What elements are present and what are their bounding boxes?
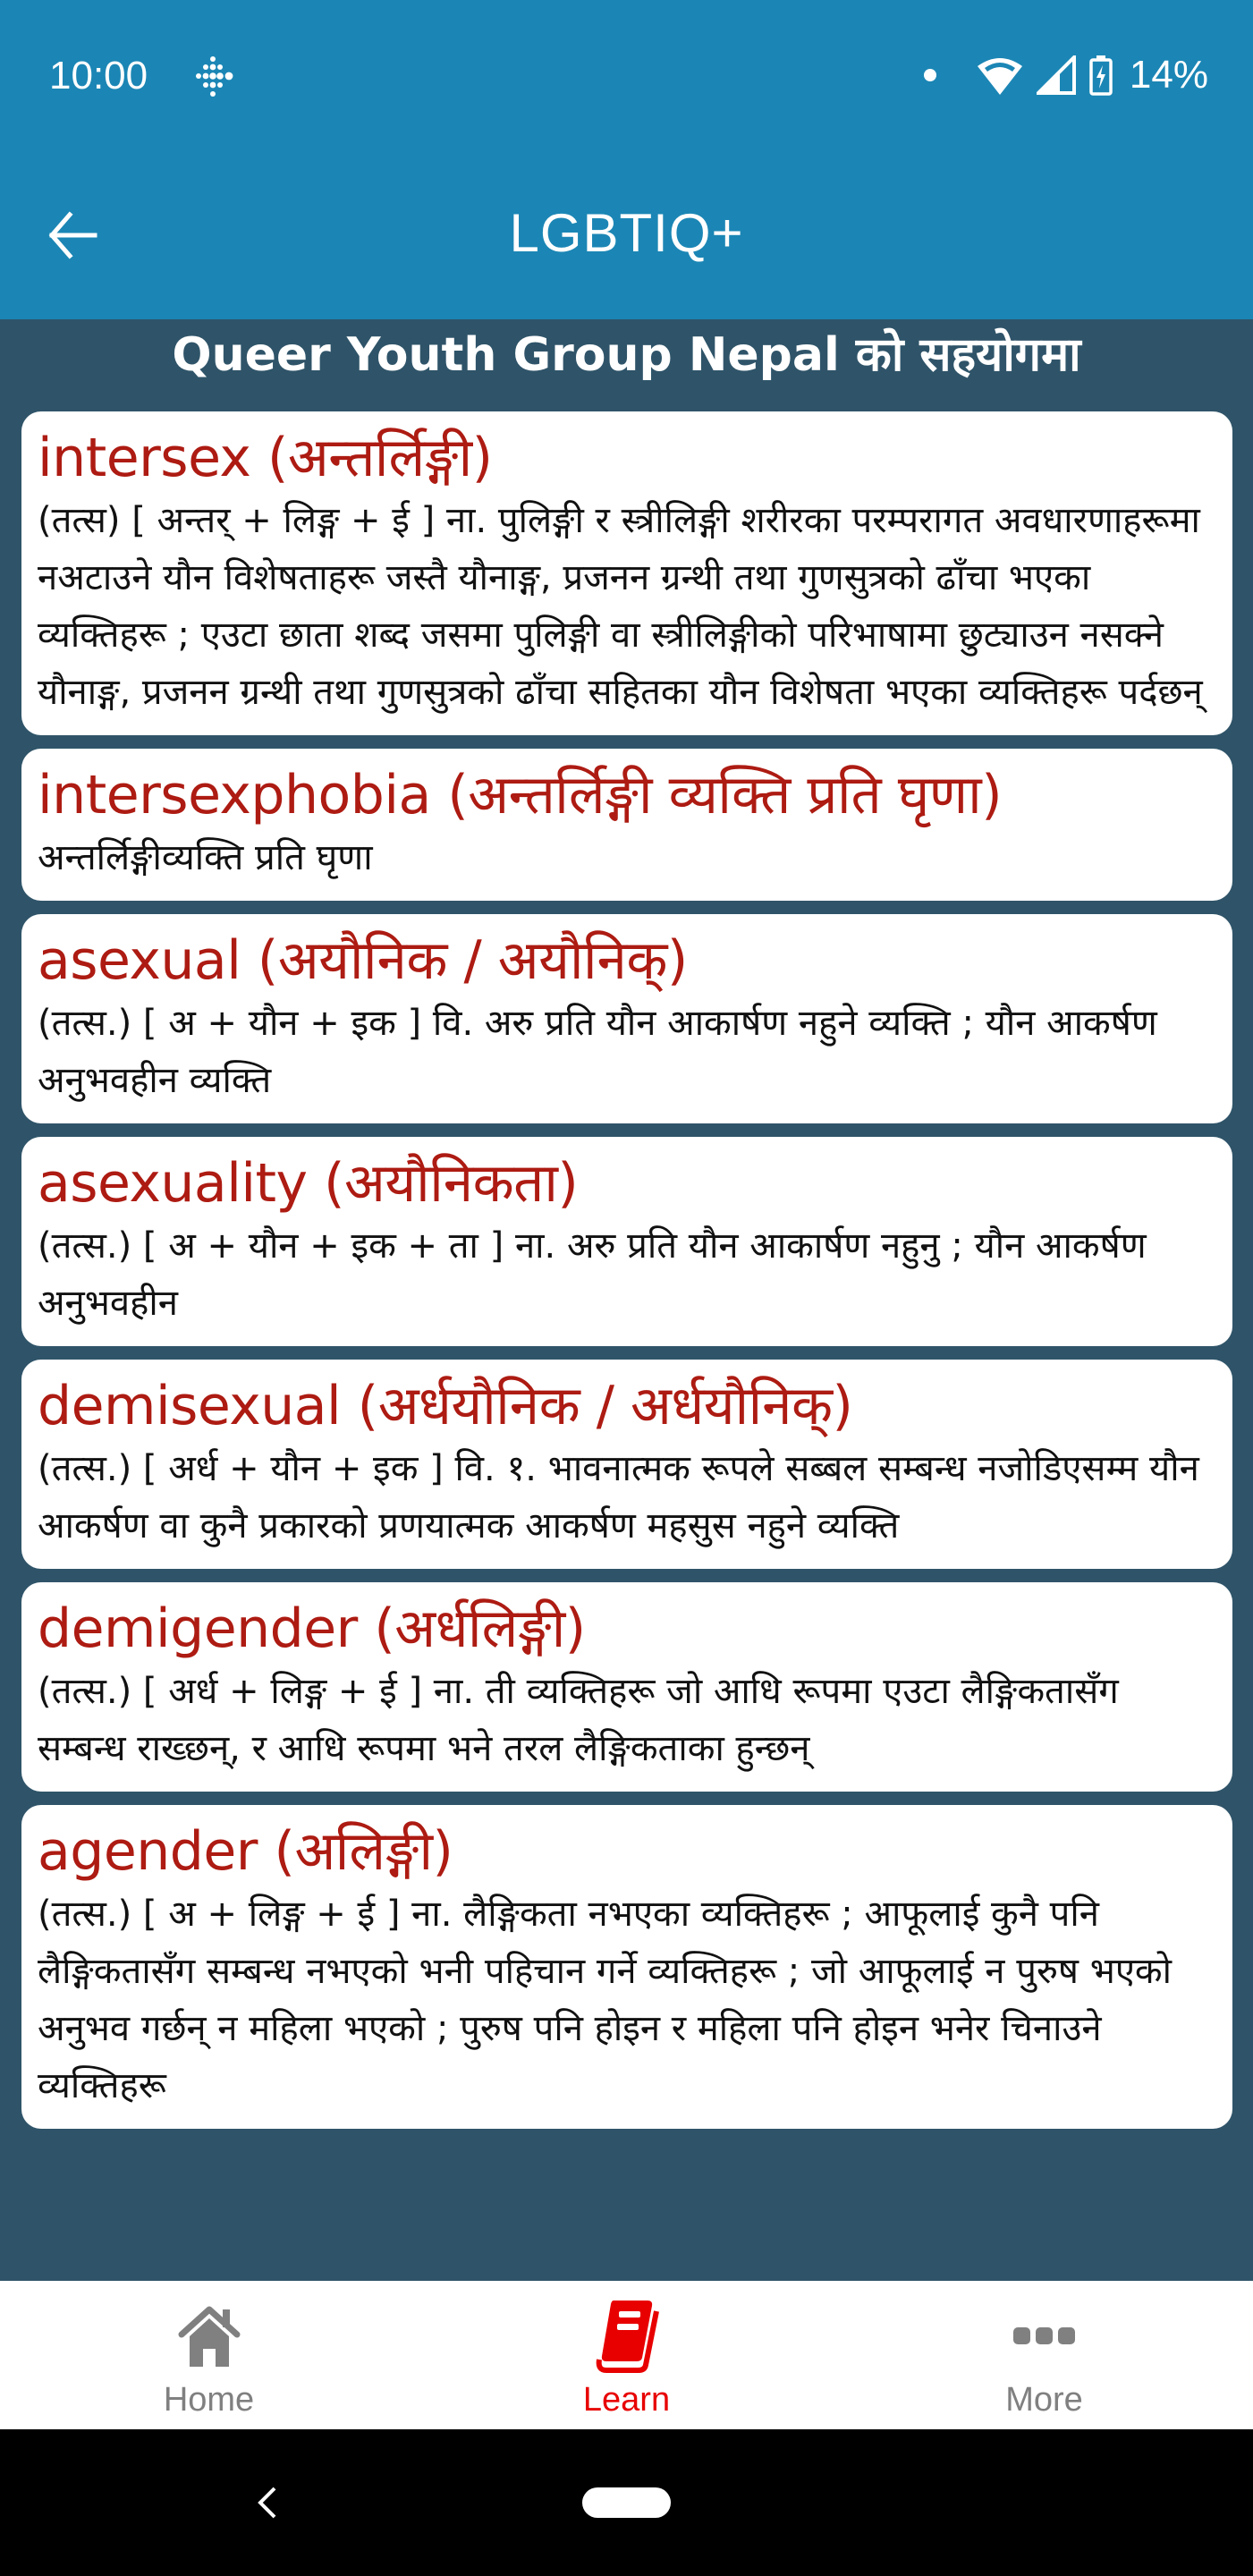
term-definition: अन्तर्लिङ्गीव्यक्ति प्रति घृणा [38,837,373,878]
term-card[interactable]: asexuality (अयौनिकता) (तत्स.) [ अ + यौन … [21,1137,1232,1346]
term-card[interactable]: asexual (अयौनिक / अयौनिक्) (तत्स.) [ अ +… [21,914,1232,1123]
more-dots-icon [1012,2327,1075,2344]
fitbit-dots-icon [196,56,233,97]
battery-percent: 14% [1129,53,1208,97]
term-title: demigender (अर्धलिङ्गी) [38,1597,586,1660]
term-definition: (तत्स.) [ अर्ध + लिङ्ग + ई ] ना. ती व्यक… [38,1671,1119,1769]
nav-label-more: More [1005,2381,1083,2419]
battery-charging-icon [1089,55,1113,96]
wifi-icon [977,58,1022,95]
bottom-nav: Home Learn More [0,2281,1253,2429]
term-title: agender (अलिङ्गी) [38,1820,453,1883]
term-title: intersexphobia (अन्तर्लिङ्गी व्यक्ति प्र… [38,764,1003,826]
term-card[interactable]: agender (अलिङ्गी) (तत्स.) [ अ + लिङ्ग + … [21,1805,1232,2129]
term-card[interactable]: demigender (अर्धलिङ्गी) (तत्स.) [ अर्ध +… [21,1582,1232,1792]
cell-signal-icon [1036,55,1076,95]
term-definition: (तत्स.) [ अर्ध + यौन + इक ] वि. १. भावना… [38,1448,1199,1546]
system-home-pill[interactable] [582,2487,671,2518]
term-title: asexuality (अयौनिकता) [38,1152,579,1215]
home-icon [178,2306,240,2367]
term-definition: (तत्स.) [ अ + यौन + इक + ता ] ना. अरु प्… [38,1225,1147,1324]
system-nav-bar [0,2429,1253,2576]
term-definition: (तत्स.) [ अ + लिङ्ग + ई ] ना. लैङ्गिकता … [38,1894,1173,2106]
term-title: asexual (अयौनिक / अयौनिक्) [38,929,688,992]
term-title: demisexual (अर्धयौनिक / अर्धयौनिक्) [38,1375,853,1437]
status-time: 10:00 [49,54,148,97]
notification-dot-icon [923,69,936,81]
nav-item-learn[interactable]: Learn [418,2281,835,2429]
system-back-icon[interactable] [255,2485,282,2521]
status-icons: 14% [923,50,1208,100]
term-title: intersex (अन्तर्लिङ्गी) [38,427,493,489]
nav-item-home[interactable]: Home [0,2281,418,2429]
term-list[interactable]: intersex (अन्तर्लिङ्गी) (तत्स) [ अन्तर् … [21,411,1232,2265]
nav-label-learn: Learn [582,2381,671,2419]
term-definition: (तत्स.) [ अ + यौन + इक ] वि. अरु प्रति य… [38,1003,1157,1101]
page-title: LGBTIQ+ [509,203,744,263]
sponsor-banner: Queer Youth Group Nepal को सहयोगमा [172,328,1081,382]
book-icon [596,2301,659,2373]
app-bar: LGBTIQ+ [0,152,1253,319]
status-bar: 10:00 14% [0,0,1253,152]
nav-label-home: Home [163,2381,255,2419]
nav-item-more[interactable]: More [835,2281,1253,2429]
term-card[interactable]: demisexual (अर्धयौनिक / अर्धयौनिक्) (तत्… [21,1360,1232,1569]
term-card[interactable]: intersex (अन्तर्लिङ्गी) (तत्स) [ अन्तर् … [21,411,1232,735]
term-card[interactable]: intersexphobia (अन्तर्लिङ्गी व्यक्ति प्र… [21,749,1232,901]
term-definition: (तत्स) [ अन्तर् + लिङ्ग + ई ] ना. पुलिङ्… [38,500,1203,713]
